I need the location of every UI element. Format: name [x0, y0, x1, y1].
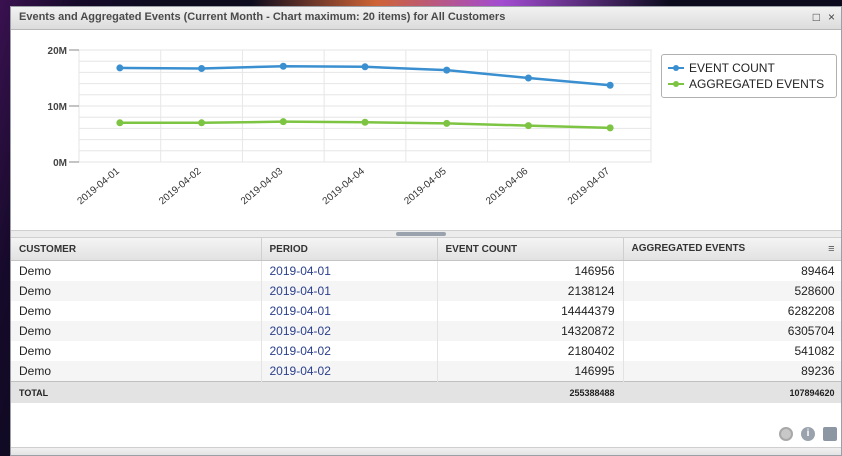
- maximize-icon[interactable]: □: [813, 10, 820, 24]
- y-tick-label: 20M: [48, 46, 67, 57]
- cell-event-count: 14444379: [437, 301, 624, 321]
- y-tick-label: 0M: [53, 158, 67, 169]
- info-icon[interactable]: i: [801, 427, 815, 441]
- cell-period[interactable]: 2019-04-02: [261, 341, 438, 361]
- cell-period[interactable]: 2019-04-01: [261, 301, 438, 321]
- line-chart: 0M 10M 20M 2019-04-01 2019-04-02 2019-04-03 20…: [11, 30, 841, 230]
- legend-label-event-count: EVENT COUNT: [689, 61, 775, 75]
- cell-customer: Demo: [11, 321, 262, 341]
- cell-aggregated-events: 541082: [623, 341, 841, 361]
- legend-swatch-aggregated-events: [668, 79, 684, 89]
- cell-customer: Demo: [11, 361, 262, 382]
- footer-toolbar: i: [779, 427, 837, 441]
- legend-item-event-count[interactable]: EVENT COUNT: [668, 60, 830, 76]
- cell-period[interactable]: 2019-04-02: [261, 321, 438, 341]
- data-point: [279, 118, 287, 126]
- cell-event-count: 146995: [437, 361, 624, 382]
- cell-aggregated-events: 528600: [623, 281, 841, 301]
- legend-label-aggregated-events: AGGREGATED EVENTS: [689, 77, 825, 91]
- column-header-period[interactable]: PERIOD: [261, 238, 438, 261]
- x-tick-label: 2019-04-06: [484, 166, 531, 208]
- cell-aggregated-events: 6305704: [623, 321, 841, 341]
- close-icon[interactable]: ×: [828, 10, 835, 24]
- grid-header-row: CUSTOMER PERIOD EVENT COUNT AGGREGATED E…: [11, 238, 841, 261]
- cell-period[interactable]: 2019-04-01: [261, 260, 438, 281]
- total-label: TOTAL: [11, 381, 262, 403]
- cell-aggregated-events: 89236: [623, 361, 841, 382]
- column-header-customer[interactable]: CUSTOMER: [11, 238, 262, 261]
- chart-legend: EVENT COUNT AGGREGATED EVENTS: [661, 54, 837, 98]
- cell-period[interactable]: 2019-04-01: [261, 281, 438, 301]
- table-row[interactable]: Demo 2019-04-02 14320872 6305704: [11, 321, 841, 341]
- events-panel: Events and Aggregated Events (Current Mo…: [10, 6, 842, 456]
- column-menu-icon[interactable]: ≡: [828, 243, 834, 255]
- data-point: [279, 62, 287, 70]
- x-tick-label: 2019-04-04: [321, 166, 368, 208]
- cell-aggregated-events: 89464: [623, 260, 841, 281]
- total-event-count: 255388488: [437, 381, 624, 403]
- total-period-empty: [261, 381, 438, 403]
- column-header-aggregated-events-label: AGGREGATED EVENTS: [631, 243, 746, 254]
- data-point: [198, 64, 206, 72]
- data-grid: CUSTOMER PERIOD EVENT COUNT AGGREGATED E…: [11, 238, 841, 403]
- table-row[interactable]: Demo 2019-04-02 146995 89236: [11, 361, 841, 382]
- panel-footer: [11, 447, 841, 455]
- cell-event-count: 2180402: [437, 341, 624, 361]
- x-tick-label: 2019-04-05: [402, 166, 449, 208]
- table-row[interactable]: Demo 2019-04-01 14444379 6282208: [11, 301, 841, 321]
- chart-grid-splitter[interactable]: [11, 230, 841, 238]
- total-aggregated-events: 107894620: [623, 381, 841, 403]
- data-point: [361, 118, 369, 126]
- total-row: TOTAL 255388488 107894620: [11, 381, 841, 403]
- data-point: [606, 124, 614, 132]
- table-row[interactable]: Demo 2019-04-01 146956 89464: [11, 260, 841, 281]
- data-point: [606, 81, 614, 89]
- data-point: [443, 66, 451, 74]
- data-point: [524, 74, 532, 82]
- panel-title: Events and Aggregated Events (Current Mo…: [19, 11, 506, 23]
- data-point: [524, 122, 532, 130]
- panel-titlebar: Events and Aggregated Events (Current Mo…: [11, 7, 841, 30]
- settings-icon[interactable]: [779, 427, 793, 441]
- y-tick-label: 10M: [48, 102, 67, 113]
- data-point: [443, 119, 451, 127]
- x-tick-label: 2019-04-07: [566, 166, 613, 208]
- cell-aggregated-events: 6282208: [623, 301, 841, 321]
- column-header-event-count[interactable]: EVENT COUNT: [437, 238, 624, 261]
- legend-item-aggregated-events[interactable]: AGGREGATED EVENTS: [668, 76, 830, 92]
- cell-event-count: 14320872: [437, 321, 624, 341]
- data-point: [116, 64, 124, 72]
- data-point: [361, 63, 369, 71]
- splitter-handle[interactable]: [396, 232, 446, 236]
- cell-customer: Demo: [11, 341, 262, 361]
- cell-customer: Demo: [11, 281, 262, 301]
- cell-customer: Demo: [11, 260, 262, 281]
- cell-customer: Demo: [11, 301, 262, 321]
- table-row[interactable]: Demo 2019-04-01 2138124 528600: [11, 281, 841, 301]
- cell-event-count: 2138124: [437, 281, 624, 301]
- x-tick-label: 2019-04-02: [157, 166, 204, 208]
- column-header-aggregated-events[interactable]: AGGREGATED EVENTS ≡: [623, 238, 841, 261]
- data-point: [198, 119, 206, 127]
- cell-event-count: 146956: [437, 260, 624, 281]
- data-point: [116, 119, 124, 127]
- x-tick-label: 2019-04-03: [239, 166, 286, 208]
- save-icon[interactable]: [823, 427, 837, 441]
- legend-swatch-event-count: [668, 63, 684, 73]
- cell-period[interactable]: 2019-04-02: [261, 361, 438, 382]
- x-tick-label: 2019-04-01: [76, 166, 123, 208]
- table-row[interactable]: Demo 2019-04-02 2180402 541082: [11, 341, 841, 361]
- titlebar-buttons: □ ×: [813, 10, 835, 24]
